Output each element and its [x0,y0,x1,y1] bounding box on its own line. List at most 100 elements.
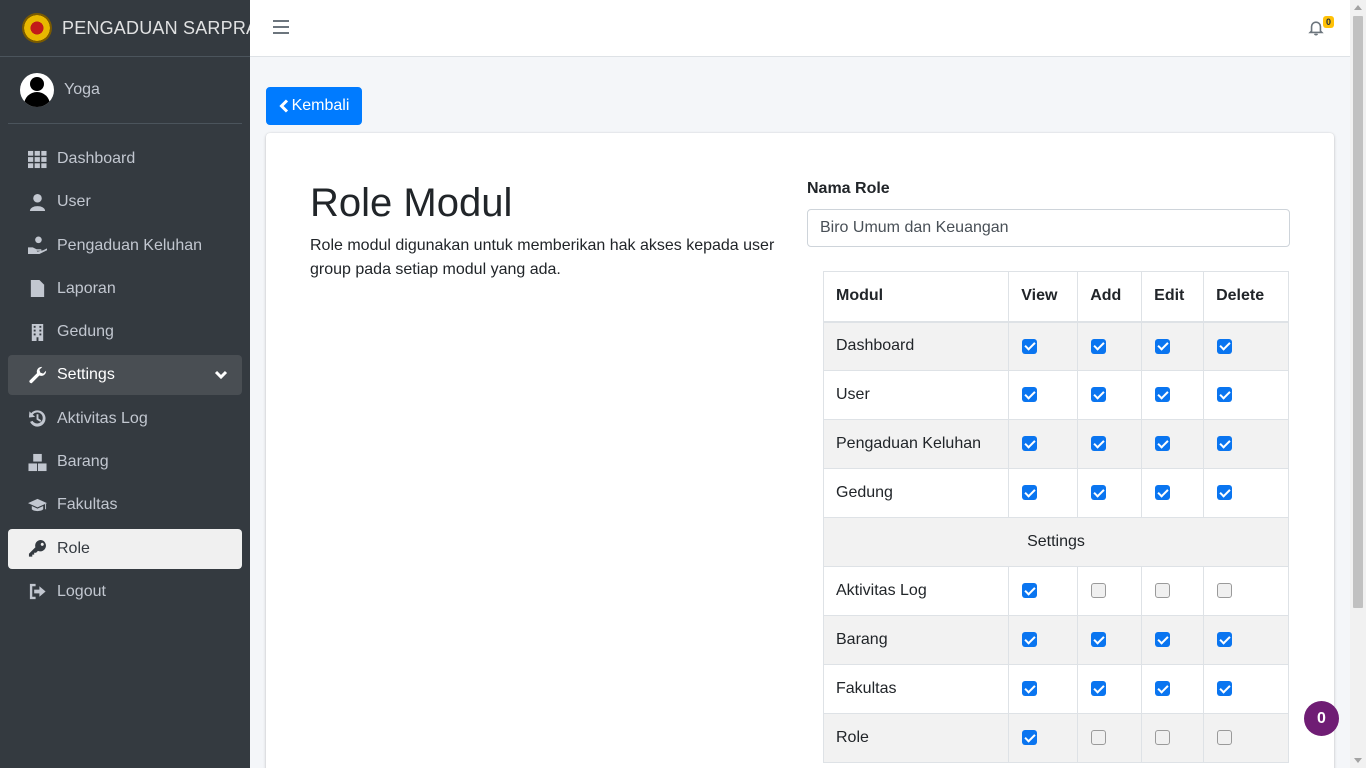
view-checkbox[interactable] [1022,485,1038,501]
delete-checkbox[interactable] [1217,485,1233,501]
sidebar-item-laporan[interactable]: Laporan [8,269,242,309]
add-checkbox[interactable] [1091,387,1107,403]
add-checkbox[interactable] [1091,338,1107,354]
add-checkbox[interactable] [1091,632,1107,648]
brand-link[interactable]: PENGADUAN SARPRAS [0,0,270,57]
table-group-row: Settings [823,517,1289,567]
user-panel[interactable]: Yoga [8,57,242,124]
user-icon [26,192,48,212]
sidebar-item-logout[interactable]: Logout [8,572,242,612]
chevron-left-icon [278,99,289,113]
notification-bell-icon[interactable]: 0 [1308,16,1334,37]
th-icon [26,149,48,169]
permission-table-body: Dashboard User Pengaduan Keluhan Gedung … [822,321,1289,763]
column-header-modul: Modul [822,271,1010,323]
scroll-up-arrow-icon[interactable] [1354,5,1362,10]
delete-checkbox[interactable] [1217,436,1233,452]
sidebar-item-settings[interactable]: Settings [8,355,242,396]
brand-title: PENGADUAN SARPRAS [62,17,271,38]
sidebar-item-label: Role [57,539,90,557]
back-button[interactable]: Kembali [266,87,362,125]
table-row: User [822,370,1289,420]
file-icon [26,279,48,299]
view-checkbox[interactable] [1022,681,1038,697]
modul-name: Gedung [822,468,1010,518]
scroll-down-arrow-icon[interactable] [1354,758,1362,763]
sidebar-item-label: Aktivitas Log [57,409,148,427]
sidebar-item-label: Dashboard [57,150,136,167]
view-checkbox[interactable] [1022,730,1038,746]
page-scrollbar[interactable] [1350,0,1366,768]
delete-checkbox[interactable] [1217,730,1233,746]
notification-count-badge: 0 [1322,16,1334,28]
view-checkbox[interactable] [1022,632,1038,648]
table-row: Gedung [822,468,1289,518]
sidebar-item-barang[interactable]: Barang [8,442,242,482]
column-header-edit: Edit [1141,271,1205,323]
add-checkbox[interactable] [1091,583,1107,599]
modul-name: Barang [822,615,1010,665]
view-checkbox[interactable] [1022,583,1038,599]
edit-checkbox[interactable] [1155,485,1171,501]
add-checkbox[interactable] [1091,681,1107,697]
view-checkbox[interactable] [1022,387,1038,403]
sidebar-item-label: Logout [57,582,106,600]
page-title: Role Modul [310,181,513,225]
role-name-field[interactable] [807,209,1290,247]
table-row: Barang [822,615,1289,665]
wrench-icon [26,365,48,385]
delete-checkbox[interactable] [1217,632,1233,648]
role-name-label: Nama Role [807,180,890,197]
graduation-cap-icon [26,495,48,515]
table-row: Role [822,713,1289,763]
edit-checkbox[interactable] [1155,632,1171,648]
edit-checkbox[interactable] [1155,338,1171,354]
sidebar-item-label: Barang [57,453,109,471]
edit-checkbox[interactable] [1155,436,1171,452]
permission-table: Modul View Add Edit Delete Dashboard Use… [822,271,1289,763]
sidebar-item-fakultas[interactable]: Fakultas [8,485,242,525]
add-checkbox[interactable] [1091,730,1107,746]
table-header-row: Modul View Add Edit Delete [822,271,1289,323]
add-checkbox[interactable] [1091,436,1107,452]
university-logo [22,13,52,43]
top-navbar: 0 [250,0,1350,57]
view-checkbox[interactable] [1022,436,1038,452]
edit-checkbox[interactable] [1155,730,1171,746]
modul-name: Aktivitas Log [822,566,1010,616]
edit-checkbox[interactable] [1155,681,1171,697]
sidebar-item-gedung[interactable]: Gedung [8,312,242,352]
modul-name: Pengaduan Keluhan [822,419,1010,469]
delete-checkbox[interactable] [1217,387,1233,403]
chat-count: 0 [1317,709,1326,727]
sign-out-icon [26,582,48,602]
boxes-icon [26,452,48,472]
menu-toggle-icon[interactable] [273,20,289,34]
group-label-settings: Settings [823,517,1289,567]
column-header-delete: Delete [1203,271,1289,323]
edit-checkbox[interactable] [1155,387,1171,403]
edit-checkbox[interactable] [1155,583,1171,599]
table-row: Dashboard [822,321,1289,371]
sidebar: PENGADUAN SARPRAS Yoga Dashboard User Pe… [0,0,270,768]
column-header-add: Add [1077,271,1143,323]
sidebar-item-label: User [57,193,91,211]
back-button-label: Kembali [291,97,350,114]
sidebar-item-user[interactable]: User [8,182,242,222]
history-icon [26,409,48,429]
sidebar-item-dashboard[interactable]: Dashboard [8,139,242,179]
chevron-down-icon [214,368,228,382]
chat-widget-button[interactable]: 0 [1304,701,1339,736]
modul-name: Fakultas [822,664,1010,714]
delete-checkbox[interactable] [1217,681,1233,697]
modul-name: User [822,370,1010,420]
add-checkbox[interactable] [1091,485,1107,501]
sidebar-item-aktivitas-log[interactable]: Aktivitas Log [8,399,242,439]
scroll-thumb[interactable] [1353,16,1363,608]
page-description: Role modul digunakan untuk memberikan ha… [310,237,775,278]
sidebar-item-pengaduan-keluhan[interactable]: Pengaduan Keluhan [8,226,242,266]
delete-checkbox[interactable] [1217,583,1233,599]
sidebar-item-role[interactable]: Role [8,528,242,569]
delete-checkbox[interactable] [1217,338,1233,354]
view-checkbox[interactable] [1022,338,1038,354]
